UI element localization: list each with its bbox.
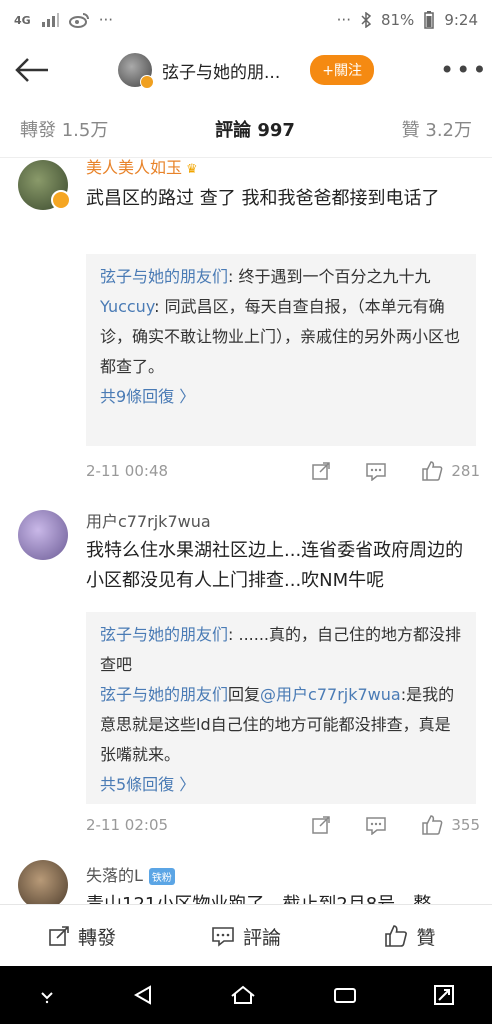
username-text: 失落的L xyxy=(86,866,143,885)
clock: 9:24 xyxy=(444,11,478,29)
more-replies-link[interactable]: 共5條回復 〉 xyxy=(100,770,462,800)
bluetooth-icon xyxy=(361,12,371,28)
reply-text: : 同武昌区，每天自查自报，（本单元有确诊，确实不敢让物业上门），亲戚住的另外两… xyxy=(100,297,461,376)
back-triangle-icon[interactable] xyxy=(132,984,154,1006)
hide-keyboard-icon[interactable] xyxy=(37,985,57,1005)
system-navigation-bar xyxy=(0,966,492,1024)
comment-meta: 2-11 02:05 355 xyxy=(86,810,480,840)
reply-item: 弦子与她的朋友们回复@用户c77rjk7wua:是我的意思就是这些ld自己住的地… xyxy=(100,680,462,770)
reply-item: 弦子与她的朋友们: ......真的，自己住的地方都没排查吧 xyxy=(100,620,462,680)
repost-icon xyxy=(49,926,69,946)
fan-badge: 铁粉 xyxy=(148,868,175,885)
comment-feed[interactable]: 美人美人如玉 ♛ 武昌区的路过 查了 我和我爸爸都接到电话了 弦子与她的朋友们: … xyxy=(0,158,492,904)
reply-box[interactable]: 弦子与她的朋友们: 终于遇到一个百分之九十九 Yuccuy: 同武昌区，每天自查… xyxy=(86,254,476,446)
tab-bar: 轉發 1.5万 評論 997 贊 3.2万 xyxy=(0,100,492,158)
comment-label: 評論 xyxy=(242,926,281,949)
tab-likes[interactable]: 贊 3.2万 xyxy=(402,116,472,142)
overflow-dots: ··· xyxy=(98,11,113,29)
avatar[interactable] xyxy=(18,510,68,560)
like-button[interactable]: 贊 xyxy=(328,923,492,950)
network-indicator: 4G xyxy=(14,13,31,27)
comment-icon xyxy=(212,927,234,947)
reply-item: 弦子与她的朋友们: 终于遇到一个百分之九十九 xyxy=(100,262,462,292)
share-icon[interactable] xyxy=(311,461,331,481)
reply-username[interactable]: Yuccuy xyxy=(100,297,154,316)
status-overflow-dots: ··· xyxy=(336,11,351,29)
like-icon[interactable] xyxy=(421,814,443,836)
reply-connector: 回复 xyxy=(228,685,261,704)
reply-username[interactable]: 弦子与她的朋友们 xyxy=(100,267,228,286)
home-icon[interactable] xyxy=(229,984,257,1006)
comment-username[interactable]: 失落的L 铁粉 xyxy=(86,862,175,886)
weibo-icon xyxy=(68,13,89,28)
like-count: 281 xyxy=(451,462,480,480)
more-options-button[interactable]: ••• xyxy=(440,56,486,84)
more-replies-link[interactable]: 共9條回復 〉 xyxy=(100,382,462,412)
comment-time: 2-11 00:48 xyxy=(86,462,169,480)
like-label: 贊 xyxy=(416,926,436,949)
page-title: 弦子与她的朋... xyxy=(162,62,281,83)
avatar[interactable] xyxy=(18,860,68,904)
comment-time: 2-11 02:05 xyxy=(86,816,169,834)
comment-username[interactable]: 美人美人如玉 ♛ xyxy=(86,158,198,178)
like-count: 355 xyxy=(451,816,480,834)
comment-meta: 2-11 00:48 281 xyxy=(86,456,480,486)
reply-username[interactable]: 弦子与她的朋友们 xyxy=(100,685,228,704)
reply-item: Yuccuy: 同武昌区，每天自查自报，（本单元有确诊，确实不敢让物业上门），亲… xyxy=(100,292,462,382)
reply-mention[interactable]: @用户c77rjk7wua xyxy=(260,685,401,704)
comment-text: 武昌区的路过 查了 我和我爸爸都接到电话了 xyxy=(86,188,440,209)
signal-icon xyxy=(41,13,59,27)
battery-icon xyxy=(424,11,435,29)
reply-username[interactable]: 弦子与她的朋友们 xyxy=(100,625,228,644)
follow-button[interactable]: +關注 xyxy=(310,55,374,85)
reply-icon[interactable] xyxy=(365,461,387,481)
crown-icon: ♛ xyxy=(186,162,198,177)
tab-repost[interactable]: 轉發 1.5万 xyxy=(20,116,108,142)
reply-icon[interactable] xyxy=(365,815,387,835)
like-icon[interactable] xyxy=(421,460,443,482)
author-avatar[interactable] xyxy=(118,53,155,89)
battery-level: 81% xyxy=(380,11,415,29)
comment-text: 青山121小区物业跑了，截止到2月8号，整 xyxy=(86,890,480,904)
tab-comments[interactable]: 評論 997 xyxy=(215,116,295,142)
expand-icon[interactable] xyxy=(433,984,455,1006)
reply-box[interactable]: 弦子与她的朋友们: ......真的，自己住的地方都没排查吧 弦子与她的朋友们回… xyxy=(86,612,476,804)
comment-text: 我特么住水果湖社区边上...连省委省政府周边的小区都没见有人上门排查...吹NM… xyxy=(86,540,464,591)
repost-button[interactable]: 轉發 xyxy=(0,923,164,950)
navigation-bar: 弦子与她的朋... +關注 ••• xyxy=(0,40,492,100)
repost-label: 轉發 xyxy=(77,926,116,949)
vip-badge-icon xyxy=(51,190,71,210)
thumbs-up-icon xyxy=(385,925,408,947)
back-button[interactable] xyxy=(12,50,52,90)
status-bar: 4G ··· ··· 81% 9:24 xyxy=(0,0,492,40)
share-icon[interactable] xyxy=(311,815,331,835)
verified-badge-icon xyxy=(140,75,155,89)
comment-username[interactable]: 用户c77rjk7wua xyxy=(86,508,211,532)
back-arrow-icon xyxy=(15,58,48,82)
bottom-action-bar: 轉發 評論 贊 xyxy=(0,904,492,967)
comment-button[interactable]: 評論 xyxy=(164,923,328,950)
reply-text: : 终于遇到一个百分之九十九 xyxy=(228,267,431,286)
recent-apps-icon[interactable] xyxy=(332,985,358,1005)
username-text: 美人美人如玉 xyxy=(86,158,183,177)
